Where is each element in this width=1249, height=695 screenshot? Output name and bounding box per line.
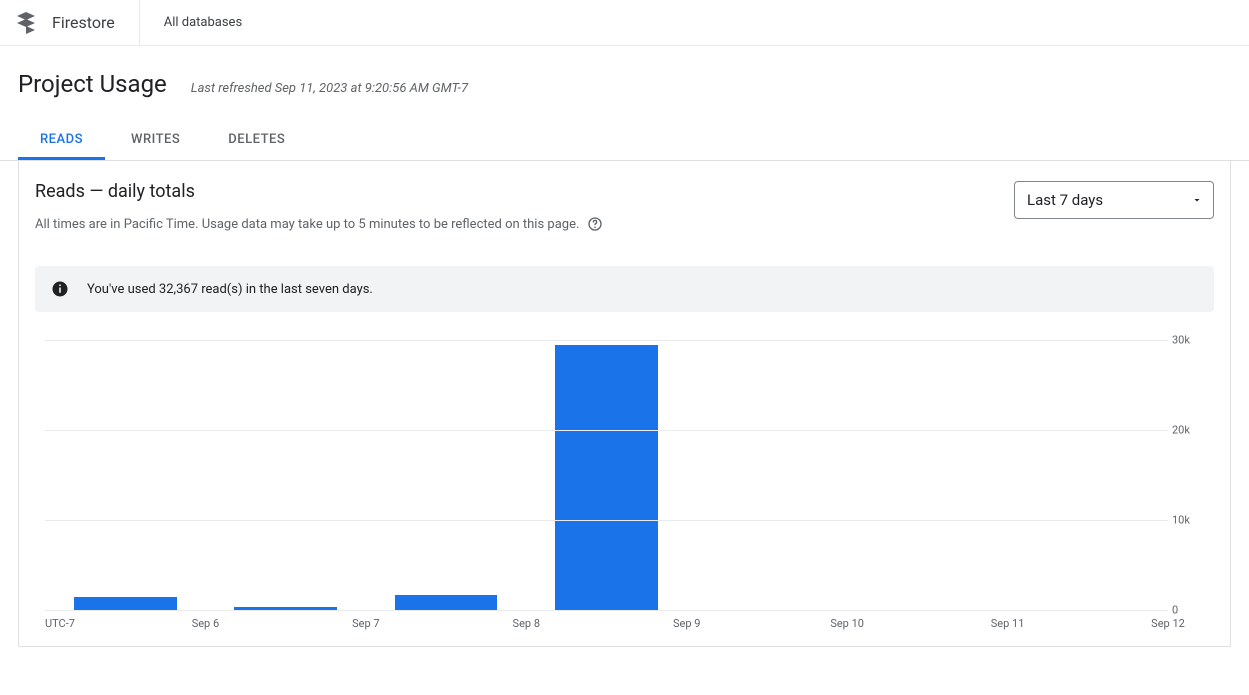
topbar: Firestore All databases xyxy=(0,0,1249,46)
usage-banner: You've used 32,367 read(s) in the last s… xyxy=(35,266,1214,312)
chart-x-tick: UTC-7 xyxy=(45,617,75,630)
reads-panel: Reads — daily totals All times are in Pa… xyxy=(18,161,1231,647)
tabs: READS WRITES DELETES xyxy=(0,124,1249,161)
last-refreshed: Last refreshed Sep 11, 2023 at 9:20:56 A… xyxy=(191,81,468,96)
chart-y-tick: 10k xyxy=(1172,514,1212,527)
chart-x-tick: Sep 6 xyxy=(192,617,219,630)
info-icon xyxy=(51,280,69,298)
panel-note: All times are in Pacific Time. Usage dat… xyxy=(35,217,579,232)
time-range-select[interactable]: Last 7 days xyxy=(1014,181,1214,219)
chart-gridline xyxy=(45,430,1168,431)
chart-x-tick: Sep 8 xyxy=(513,617,540,630)
chart-plot-area: 010k20k30k xyxy=(45,340,1168,610)
tab-writes[interactable]: WRITES xyxy=(109,124,202,160)
reads-bar-chart: 010k20k30k UTC-7 Sep 6 Sep 7 Sep 8 Sep 9 Sep … xyxy=(35,340,1214,630)
panel-head-left: Reads — daily totals All times are in Pa… xyxy=(35,181,603,232)
panel-note-line: All times are in Pacific Time. Usage dat… xyxy=(35,216,603,232)
chart-gridline xyxy=(45,610,1168,611)
chart-x-tick: Sep 9 xyxy=(673,617,700,630)
chart-bar xyxy=(555,345,658,611)
usage-banner-text: You've used 32,367 read(s) in the last s… xyxy=(87,282,373,297)
help-icon[interactable] xyxy=(587,216,603,232)
chart-gridline xyxy=(45,340,1168,341)
panel-title: Reads — daily totals xyxy=(35,181,603,202)
chart-x-tick: Sep 7 xyxy=(352,617,379,630)
chart-bar xyxy=(74,597,177,611)
page-content: Project Usage Last refreshed Sep 11, 202… xyxy=(0,46,1249,647)
page-title: Project Usage xyxy=(18,70,167,98)
tab-deletes[interactable]: DELETES xyxy=(206,124,307,160)
chart-bar xyxy=(395,595,498,610)
chart-y-tick: 20k xyxy=(1172,424,1212,437)
brand-name: Firestore xyxy=(52,13,115,32)
chart-y-tick: 0 xyxy=(1172,604,1212,617)
time-range-value: Last 7 days xyxy=(1027,191,1103,209)
chart-bars-layer xyxy=(45,340,1168,610)
firestore-icon xyxy=(14,11,38,35)
database-scope[interactable]: All databases xyxy=(164,15,242,30)
chart-x-tick: Sep 11 xyxy=(991,617,1025,630)
page-head: Project Usage Last refreshed Sep 11, 202… xyxy=(0,46,1249,98)
brand-block: Firestore xyxy=(14,0,140,45)
chart-x-axis: UTC-7Sep 6Sep 7Sep 8Sep 9Sep 10Sep 11Sep… xyxy=(45,612,1168,630)
chart-x-tick: Sep 12 xyxy=(1151,617,1185,630)
chart-gridline xyxy=(45,520,1168,521)
chart-y-tick: 30k xyxy=(1172,334,1212,347)
chart-x-tick: Sep 10 xyxy=(830,617,864,630)
tab-reads[interactable]: READS xyxy=(18,124,105,160)
chevron-down-icon xyxy=(1191,194,1203,206)
panel-head: Reads — daily totals All times are in Pa… xyxy=(35,181,1214,232)
